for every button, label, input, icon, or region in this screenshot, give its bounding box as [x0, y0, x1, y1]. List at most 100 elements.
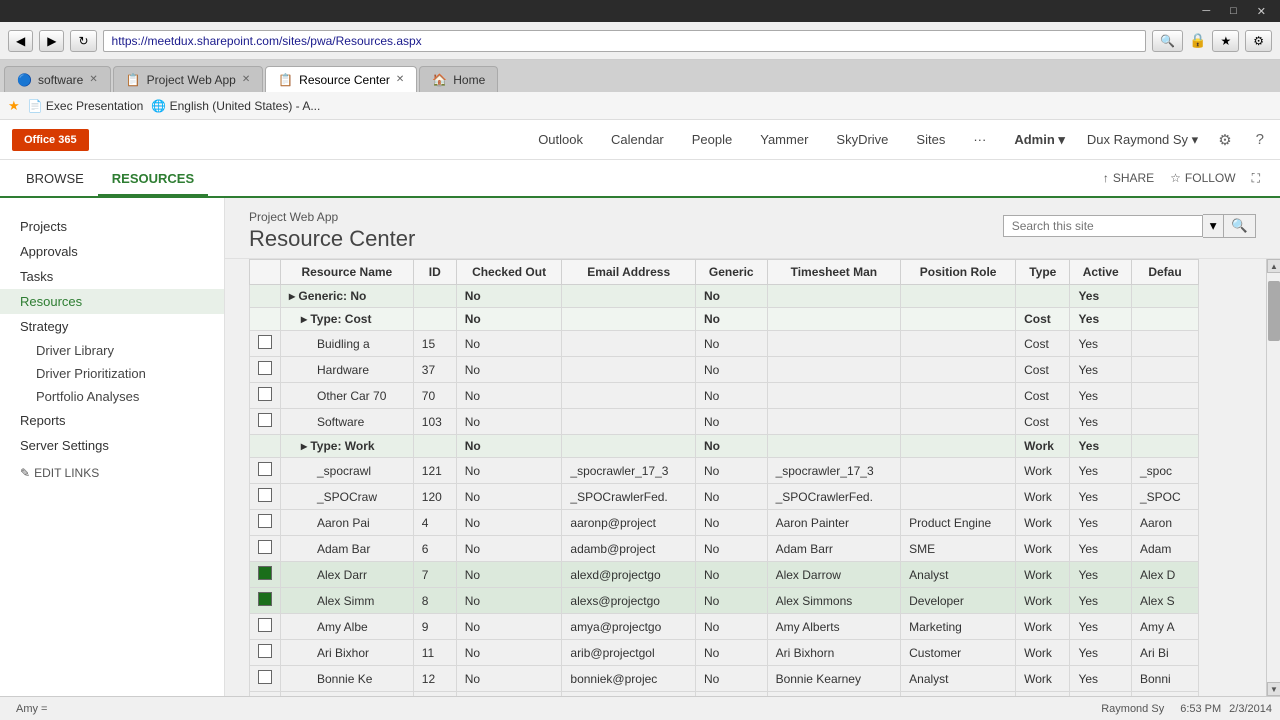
- position: Analyst: [901, 666, 1016, 692]
- search-input[interactable]: [1003, 215, 1203, 237]
- nav-outlook[interactable]: Outlook: [532, 128, 589, 151]
- sidebar-subitem-driver-prioritization[interactable]: Driver Prioritization: [0, 362, 224, 385]
- ribbon-tab-browse[interactable]: BROWSE: [12, 163, 98, 196]
- work-indent: [250, 435, 281, 458]
- ribbon-tab-resources[interactable]: RESOURCES: [98, 163, 208, 196]
- search-btn[interactable]: ▾: [1203, 214, 1225, 238]
- row-checkbox-checked[interactable]: [258, 566, 272, 580]
- col-id[interactable]: ID: [413, 260, 456, 285]
- tab-project-web-app[interactable]: 📋 Project Web App ✕: [113, 66, 264, 92]
- row-checkbox-checked[interactable]: [258, 592, 272, 606]
- table-row: Hardware 37 No No Cost Yes: [250, 357, 1199, 383]
- generic: No: [695, 458, 767, 484]
- focus-action[interactable]: ⛶: [1244, 167, 1268, 190]
- nav-more[interactable]: ···: [967, 128, 992, 151]
- search-submit-btn[interactable]: 🔍: [1224, 214, 1256, 238]
- user-name[interactable]: Dux Raymond Sy ▾: [1087, 132, 1198, 148]
- row-checkbox[interactable]: [258, 413, 272, 427]
- sidebar-item-server-settings[interactable]: Server Settings: [0, 433, 224, 458]
- checkbox-cell[interactable]: [250, 458, 281, 484]
- tab-close-icon[interactable]: ✕: [89, 74, 97, 85]
- nav-sites[interactable]: Sites: [910, 128, 951, 151]
- table-container[interactable]: Resource Name ID Checked Out Email Addre…: [225, 259, 1266, 696]
- help-icon[interactable]: ?: [1252, 127, 1268, 152]
- tab-resource-center[interactable]: 📋 Resource Center ✕: [265, 66, 417, 92]
- checkbox-cell[interactable]: [250, 614, 281, 640]
- scroll-up-btn[interactable]: ▲: [1267, 259, 1280, 273]
- sidebar-item-approvals[interactable]: Approvals: [0, 239, 224, 264]
- nav-people[interactable]: People: [686, 128, 738, 151]
- follow-action[interactable]: ☆ FOLLOW: [1162, 167, 1243, 189]
- row-checkbox[interactable]: [258, 488, 272, 502]
- row-checkbox[interactable]: [258, 670, 272, 684]
- settings-icon[interactable]: ⚙: [1214, 127, 1235, 153]
- checkbox-cell[interactable]: [250, 666, 281, 692]
- scroll-down-btn[interactable]: ▼: [1267, 682, 1280, 696]
- checkbox-cell[interactable]: [250, 484, 281, 510]
- row-checkbox[interactable]: [258, 361, 272, 375]
- sidebar-subitem-driver-library[interactable]: Driver Library: [0, 339, 224, 362]
- checkbox-cell[interactable]: [250, 510, 281, 536]
- close-btn[interactable]: ✕: [1251, 3, 1272, 20]
- sidebar-item-reports[interactable]: Reports: [0, 408, 224, 433]
- sidebar-item-tasks[interactable]: Tasks: [0, 264, 224, 289]
- generic: No: [695, 383, 767, 409]
- row-checkbox[interactable]: [258, 462, 272, 476]
- sidebar-item-projects[interactable]: Projects: [0, 214, 224, 239]
- checked-out: No: [456, 692, 562, 697]
- col-position-role[interactable]: Position Role: [901, 260, 1016, 285]
- favorites-btn[interactable]: ★: [1212, 30, 1239, 52]
- col-generic[interactable]: Generic: [695, 260, 767, 285]
- col-type[interactable]: Type: [1016, 260, 1070, 285]
- col-active[interactable]: Active: [1070, 260, 1132, 285]
- row-checkbox[interactable]: [258, 387, 272, 401]
- vertical-scrollbar[interactable]: ▲ ▼: [1266, 259, 1280, 696]
- edit-links-btn[interactable]: ✎ EDIT LINKS: [0, 458, 224, 488]
- checkbox-cell[interactable]: [250, 536, 281, 562]
- tab-software[interactable]: 🔵 software ✕: [4, 66, 111, 92]
- col-email[interactable]: Email Address: [562, 260, 696, 285]
- row-checkbox[interactable]: [258, 618, 272, 632]
- sidebar-item-resources[interactable]: Resources: [0, 289, 224, 314]
- minimize-btn[interactable]: ─: [1196, 3, 1216, 19]
- search-web-btn[interactable]: 🔍: [1152, 30, 1183, 52]
- bookmark-english[interactable]: 🌐 English (United States) - A...: [151, 99, 320, 113]
- scrollbar-thumb[interactable]: [1268, 281, 1280, 341]
- share-action[interactable]: ↑ SHARE: [1095, 167, 1162, 189]
- row-checkbox[interactable]: [258, 514, 272, 528]
- sidebar-item-strategy[interactable]: Strategy: [0, 314, 224, 339]
- type-val: Cost: [1016, 331, 1070, 357]
- col-default[interactable]: Defau: [1131, 260, 1198, 285]
- tools-btn[interactable]: ⚙: [1245, 30, 1272, 52]
- ts-man: _spocrawler_17_3: [767, 458, 901, 484]
- address-input[interactable]: [103, 30, 1147, 52]
- checkbox-cell[interactable]: [250, 640, 281, 666]
- maximize-btn[interactable]: □: [1224, 3, 1243, 19]
- checkbox-cell[interactable]: [250, 357, 281, 383]
- default: _SPOC: [1131, 484, 1198, 510]
- tab-home[interactable]: 🏠 Home: [419, 66, 498, 92]
- row-checkbox[interactable]: [258, 644, 272, 658]
- col-timesheet-man[interactable]: Timesheet Man: [767, 260, 901, 285]
- bookmark-exec[interactable]: 📄 Exec Presentation: [28, 99, 144, 113]
- forward-btn[interactable]: ▶: [39, 30, 64, 52]
- checkbox-cell[interactable]: [250, 588, 281, 614]
- checkbox-cell[interactable]: [250, 409, 281, 435]
- row-checkbox[interactable]: [258, 335, 272, 349]
- checkbox-cell[interactable]: [250, 331, 281, 357]
- tab-close-icon[interactable]: ✕: [396, 74, 404, 85]
- nav-admin[interactable]: Admin ▾: [1008, 128, 1071, 152]
- nav-calendar[interactable]: Calendar: [605, 128, 670, 151]
- sidebar-subitem-portfolio-analyses[interactable]: Portfolio Analyses: [0, 385, 224, 408]
- col-checked-out[interactable]: Checked Out: [456, 260, 562, 285]
- back-btn[interactable]: ◀: [8, 30, 33, 52]
- nav-yammer[interactable]: Yammer: [754, 128, 814, 151]
- refresh-btn[interactable]: ↻: [70, 30, 96, 52]
- row-checkbox[interactable]: [258, 540, 272, 554]
- tab-close-icon[interactable]: ✕: [242, 74, 250, 85]
- checkbox-cell[interactable]: [250, 383, 281, 409]
- checkbox-cell[interactable]: [250, 692, 281, 697]
- col-resource-name[interactable]: Resource Name: [281, 260, 414, 285]
- checkbox-cell[interactable]: [250, 562, 281, 588]
- nav-skydrive[interactable]: SkyDrive: [830, 128, 894, 151]
